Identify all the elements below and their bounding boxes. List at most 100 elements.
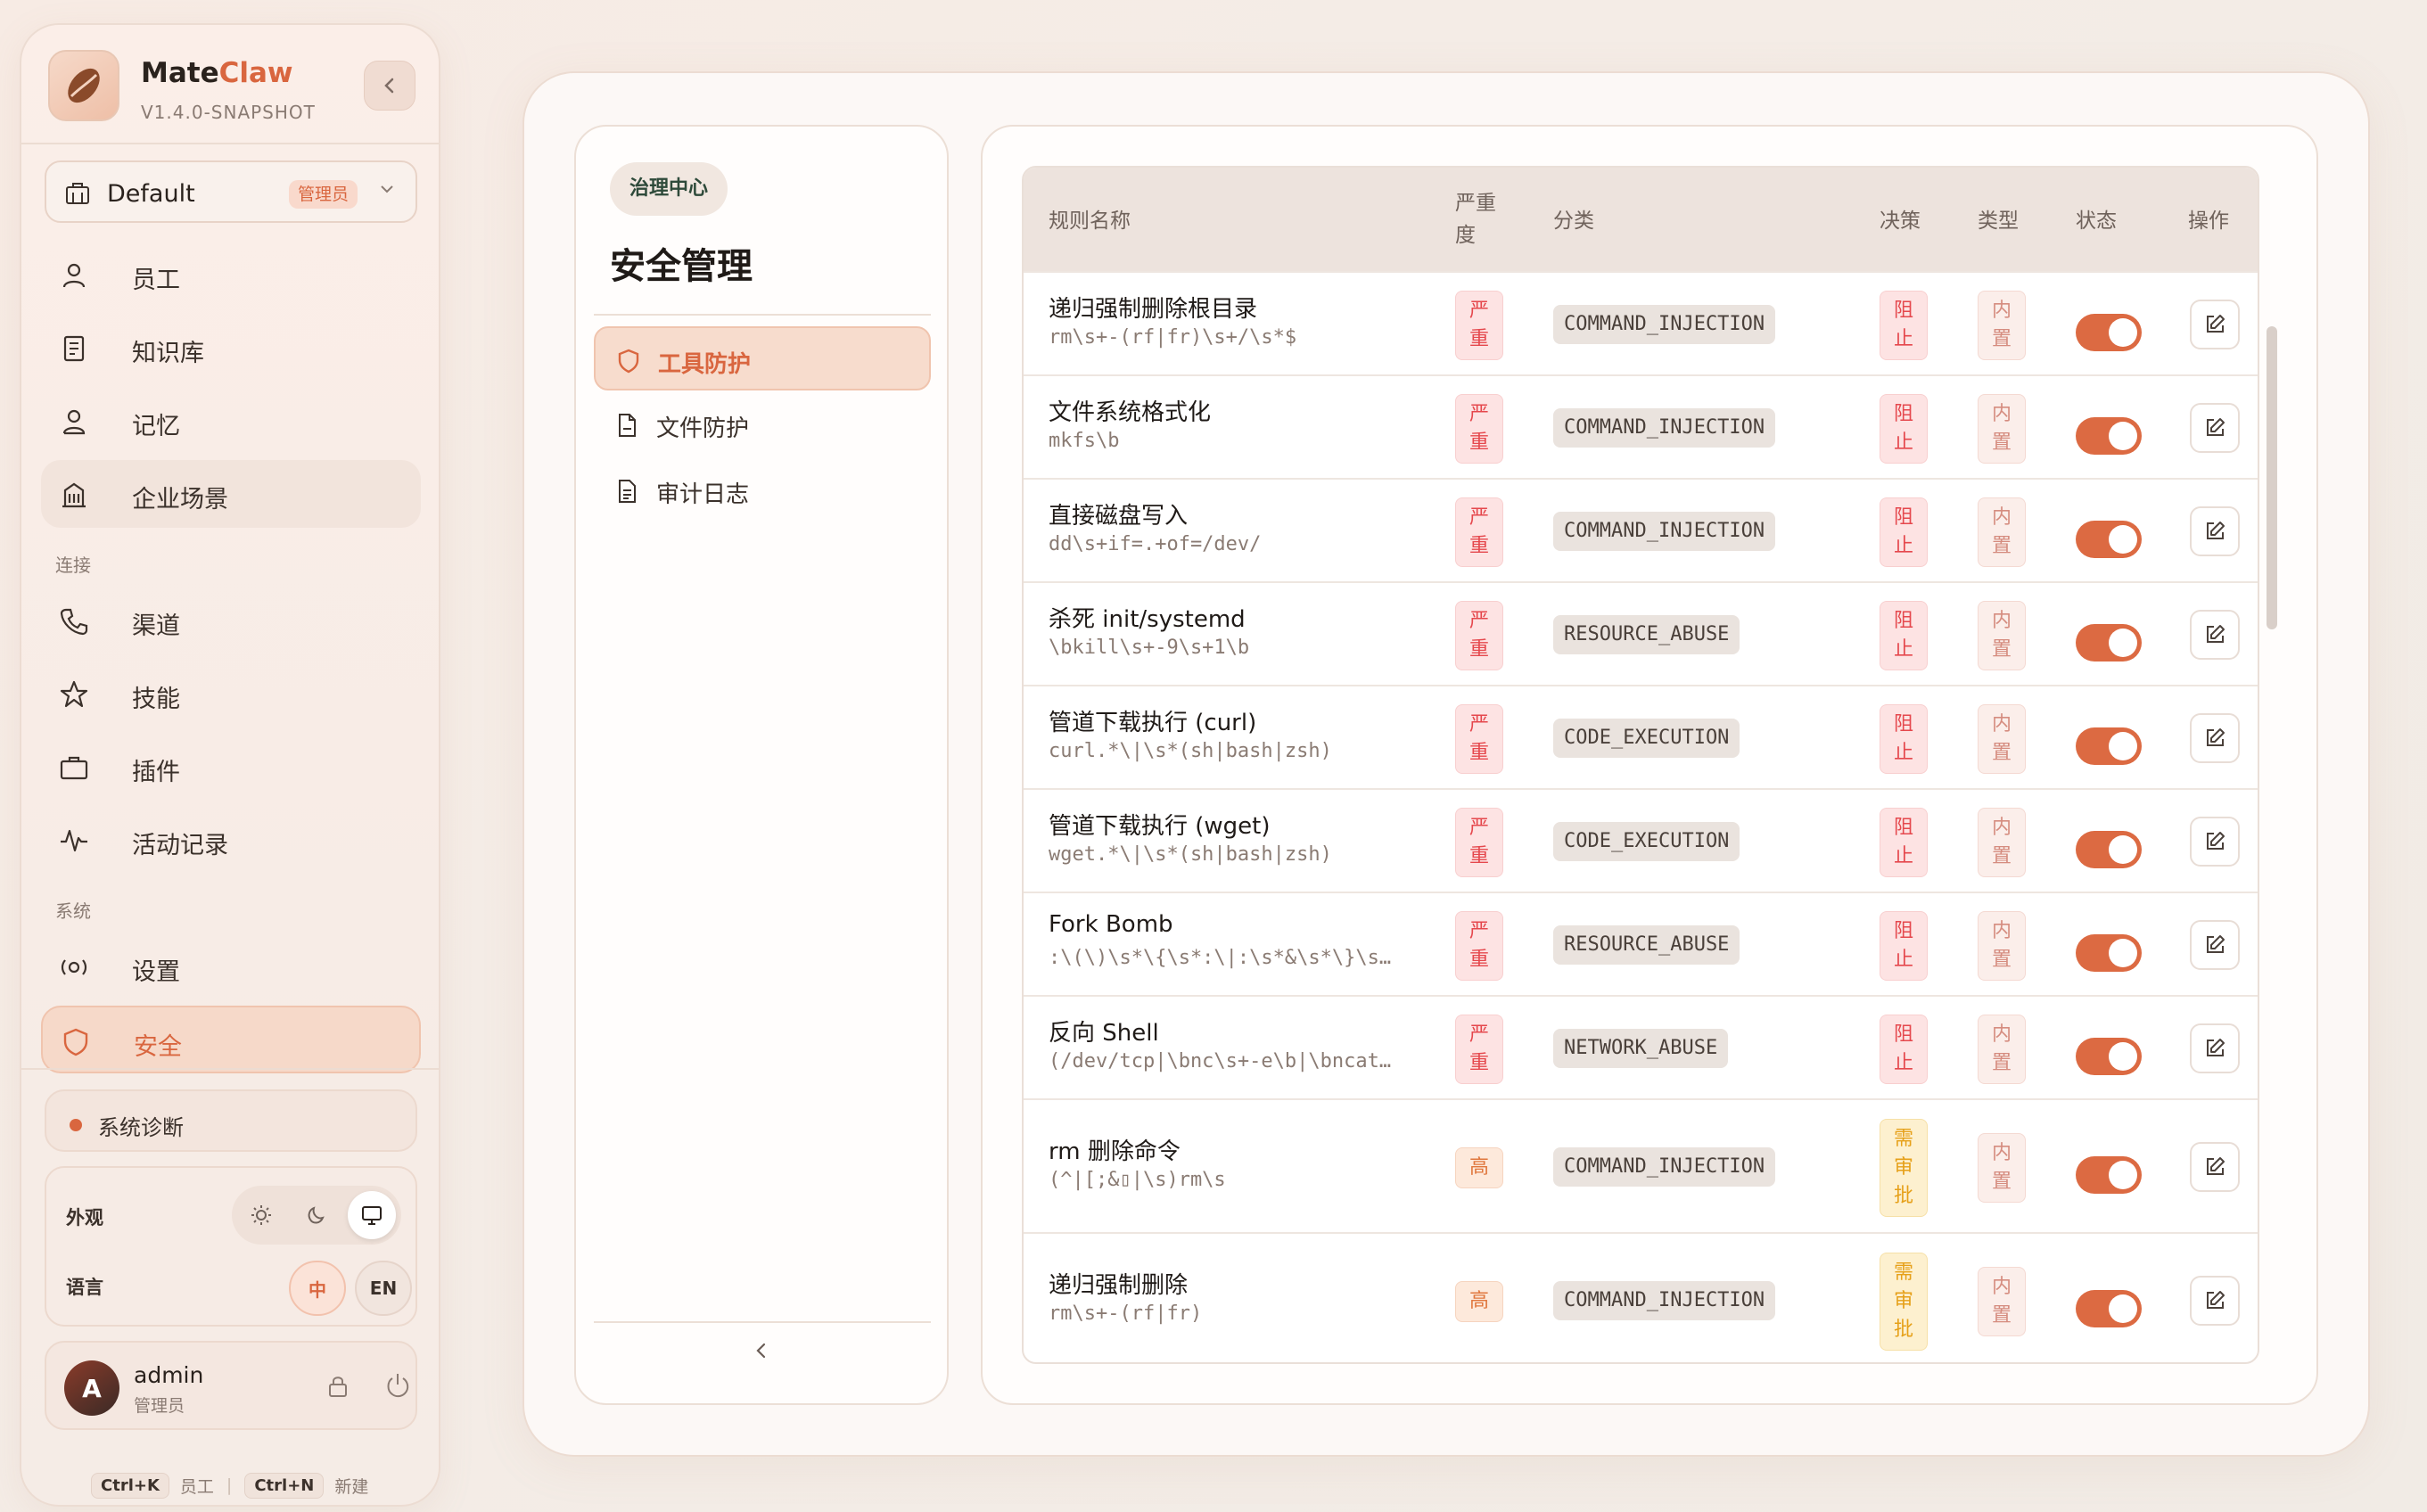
status-toggle[interactable] — [2076, 1038, 2142, 1075]
nav-section-connect: 连接 — [55, 555, 91, 576]
status-toggle[interactable] — [2076, 727, 2142, 765]
edit-button[interactable] — [2190, 300, 2240, 349]
language-en-button[interactable]: EN — [355, 1261, 412, 1316]
edit-button[interactable] — [2190, 1276, 2240, 1326]
sidebar-collapse-button[interactable] — [364, 61, 415, 111]
theme-system-button[interactable] — [348, 1191, 396, 1239]
edit-button[interactable] — [2190, 403, 2240, 453]
app-name: MateClaw — [141, 57, 293, 89]
page-title: 安全管理 — [610, 246, 753, 287]
rule-name: Fork Bomb — [1049, 911, 1173, 938]
rule-pattern: rm\s+-(rf|fr)\s+/\s*$ — [1049, 326, 1297, 349]
type-badge: 内置 — [1978, 394, 2026, 464]
nav-label: 知识库 — [132, 340, 204, 367]
nav-item-skills[interactable]: 技能 — [41, 660, 421, 727]
severity-badge: 严重 — [1455, 497, 1503, 567]
theme-light-button[interactable] — [237, 1191, 285, 1239]
nav-label: 员工 — [132, 267, 180, 294]
workspace-selector[interactable]: Default 管理员 — [45, 160, 417, 223]
status-toggle[interactable] — [2076, 1290, 2142, 1327]
nav-item-plugins[interactable]: 插件 — [41, 733, 421, 801]
nav-item-employees[interactable]: 员工 — [41, 241, 421, 308]
sidebar: MateClaw V1.4.0-SNAPSHOT Default 管理员 员工 … — [20, 23, 440, 1507]
nav-item-channels[interactable]: 渠道 — [41, 587, 421, 654]
status-toggle[interactable] — [2076, 1156, 2142, 1194]
nav-item-activity[interactable]: 活动记录 — [41, 806, 421, 874]
shortcut-key: Ctrl+K — [91, 1472, 169, 1499]
edit-button[interactable] — [2190, 817, 2240, 867]
status-toggle[interactable] — [2076, 314, 2142, 351]
nav-item-memory[interactable]: 记忆 — [41, 387, 421, 455]
rule-pattern: wget.*\|\s*(sh|bash|zsh) — [1049, 843, 1332, 866]
type-badge: 内置 — [1978, 808, 2026, 877]
category-tag: COMMAND_INJECTION — [1553, 1147, 1776, 1187]
edit-button[interactable] — [2190, 610, 2240, 660]
document-icon — [613, 478, 640, 508]
briefcase-icon — [59, 752, 89, 783]
rule-name: 管道下载执行 (wget) — [1049, 813, 1271, 840]
decision-badge: 阻止 — [1880, 394, 1928, 464]
severity-badge: 严重 — [1455, 1015, 1503, 1084]
rule-pattern: (^|[;&▯|\s)rm\s — [1049, 1169, 1226, 1191]
subnav-item-file-protection[interactable]: 文件防护 — [594, 392, 931, 456]
table-scrollbar[interactable] — [2267, 326, 2277, 629]
phone-icon — [59, 606, 89, 637]
subnav-collapse-button[interactable] — [751, 1337, 772, 1368]
rule-pattern: :\(\)\s*\{\s*:\|:\s*&\s*\}\s… — [1049, 947, 1392, 969]
moon-icon — [308, 1206, 325, 1224]
subnav-item-tool-protection[interactable]: 工具防护 — [594, 326, 931, 390]
edit-icon — [2207, 935, 2225, 953]
table-row: 管道下载执行 (curl) curl.*\|\s*(sh|bash|zsh) 严重 C… — [1024, 685, 2258, 788]
category-tag: CODE_EXECUTION — [1553, 719, 1740, 758]
edit-button[interactable] — [2190, 920, 2240, 970]
status-toggle[interactable] — [2076, 624, 2142, 662]
brand: MateClaw V1.4.0-SNAPSHOT — [48, 50, 415, 125]
edit-button[interactable] — [2190, 713, 2240, 763]
sun-icon — [251, 1205, 271, 1225]
rule-pattern: \bkill\s+-9\s+1\b — [1049, 637, 1250, 659]
rule-name: 递归强制删除根目录 — [1049, 296, 1258, 323]
activity-icon — [59, 826, 89, 856]
severity-badge: 高 — [1455, 1147, 1503, 1188]
category-tag: COMMAND_INJECTION — [1553, 408, 1776, 448]
status-toggle[interactable] — [2076, 831, 2142, 868]
nav-label: 设置 — [132, 958, 180, 986]
edit-button[interactable] — [2190, 1023, 2240, 1073]
status-toggle[interactable] — [2076, 417, 2142, 455]
theme-switcher — [232, 1186, 401, 1245]
power-icon[interactable] — [383, 1371, 412, 1403]
edit-icon — [2207, 522, 2225, 539]
subnav-item-audit-log[interactable]: 审计日志 — [594, 458, 931, 522]
table-row: rm 删除命令 (^|[;&▯|\s)rm\s 高 COMMAND_INJECTION… — [1024, 1098, 2258, 1232]
status-dot — [70, 1119, 82, 1131]
nav-item-knowledge-base[interactable]: 知识库 — [41, 314, 421, 382]
rule-name: 杀死 init/systemd — [1049, 606, 1246, 633]
status-toggle[interactable] — [2076, 521, 2142, 558]
decision-badge: 需审批 — [1880, 1119, 1928, 1217]
shortcut-key: Ctrl+N — [244, 1472, 325, 1499]
lock-icon[interactable] — [325, 1373, 351, 1403]
app-version: V1.4.0-SNAPSHOT — [141, 102, 316, 123]
nav-item-settings[interactable]: 设置 — [41, 933, 421, 1000]
shield-icon — [615, 348, 642, 378]
divider — [594, 1321, 931, 1323]
appearance-label: 外观 — [66, 1207, 103, 1228]
edit-button[interactable] — [2190, 1142, 2240, 1192]
edit-button[interactable] — [2190, 506, 2240, 556]
nav-section-system: 系统 — [55, 900, 91, 922]
severity-badge: 严重 — [1455, 394, 1503, 464]
nav-item-enterprise-scenarios[interactable]: 企业场景 — [41, 460, 421, 528]
theme-dark-button[interactable] — [292, 1191, 341, 1239]
language-zh-button[interactable]: 中 — [289, 1261, 346, 1316]
status-toggle[interactable] — [2076, 934, 2142, 972]
edit-icon — [2207, 1157, 2225, 1175]
language-label: 语言 — [66, 1277, 103, 1298]
rule-pattern: mkfs\b — [1049, 430, 1120, 452]
column-header-decision: 决策 — [1880, 210, 1921, 233]
edit-icon — [2207, 1291, 2225, 1309]
security-subnav: 治理中心 安全管理 工具防护 文件防护 审计日志 — [574, 125, 949, 1405]
table-row: 反向 Shell (/dev/tcp|\bnc\s+-e\b|\bncat… 严重 N… — [1024, 995, 2258, 1098]
nav-item-security[interactable]: 安全 — [41, 1006, 421, 1073]
system-diagnostics-button[interactable]: 系统诊断 — [45, 1089, 417, 1152]
governance-chip: 治理中心 — [610, 162, 728, 216]
